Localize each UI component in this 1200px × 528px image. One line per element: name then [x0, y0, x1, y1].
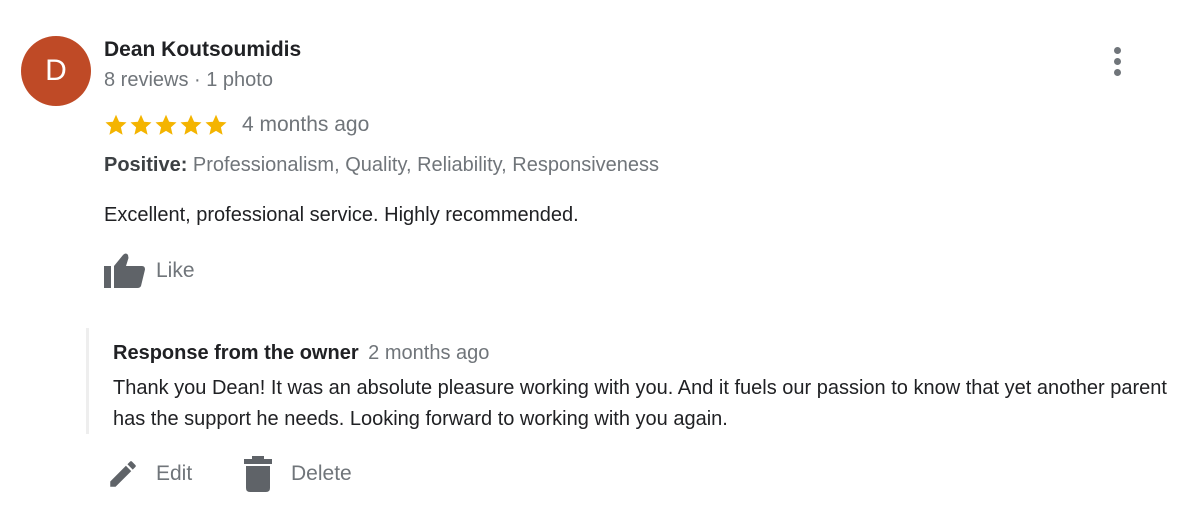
positive-label: Positive:	[104, 154, 188, 176]
star-icon	[155, 114, 177, 135]
owner-response-title: Response from the owner	[113, 342, 359, 364]
review-text: Excellent, professional service. Highly …	[104, 204, 579, 226]
positive-attributes: Positive: Professionalism, Quality, Reli…	[104, 154, 659, 177]
edit-button[interactable]: Edit	[106, 454, 192, 494]
response-divider	[86, 328, 89, 434]
star-icon	[180, 114, 202, 135]
owner-response-text: Thank you Dean! It was an absolute pleas…	[113, 377, 1167, 430]
pencil-icon	[110, 461, 136, 487]
positive-values: Professionalism, Quality, Reliability, R…	[192, 154, 660, 176]
more-vert-icon-dot	[1114, 69, 1121, 76]
like-label: Like	[156, 259, 195, 282]
star-icon	[130, 114, 152, 135]
like-button[interactable]: Like	[104, 252, 195, 290]
star-rating	[104, 113, 228, 137]
more-vert-icon-dot	[1114, 58, 1121, 65]
reviewer-meta: 8 reviews · 1 photo	[104, 69, 273, 91]
owner-response-time: 2 months ago	[368, 342, 490, 364]
more-vert-icon	[1114, 47, 1121, 54]
delete-button[interactable]: Delete	[244, 454, 352, 494]
more-options-button[interactable]	[1104, 44, 1132, 80]
trash-icon	[244, 456, 272, 492]
edit-label: Edit	[156, 462, 193, 485]
reviewer-name[interactable]: Dean Koutsoumidis	[104, 38, 301, 62]
delete-label: Delete	[291, 462, 352, 485]
rating-row: 4 months ago	[104, 111, 369, 139]
star-icon	[105, 114, 127, 135]
thumb-up-icon	[104, 253, 145, 288]
avatar[interactable]: D	[21, 36, 91, 106]
star-icon	[205, 114, 227, 135]
review-time: 4 months ago	[242, 113, 370, 136]
owner-response-header: Response from the owner 2 months ago	[113, 342, 489, 365]
